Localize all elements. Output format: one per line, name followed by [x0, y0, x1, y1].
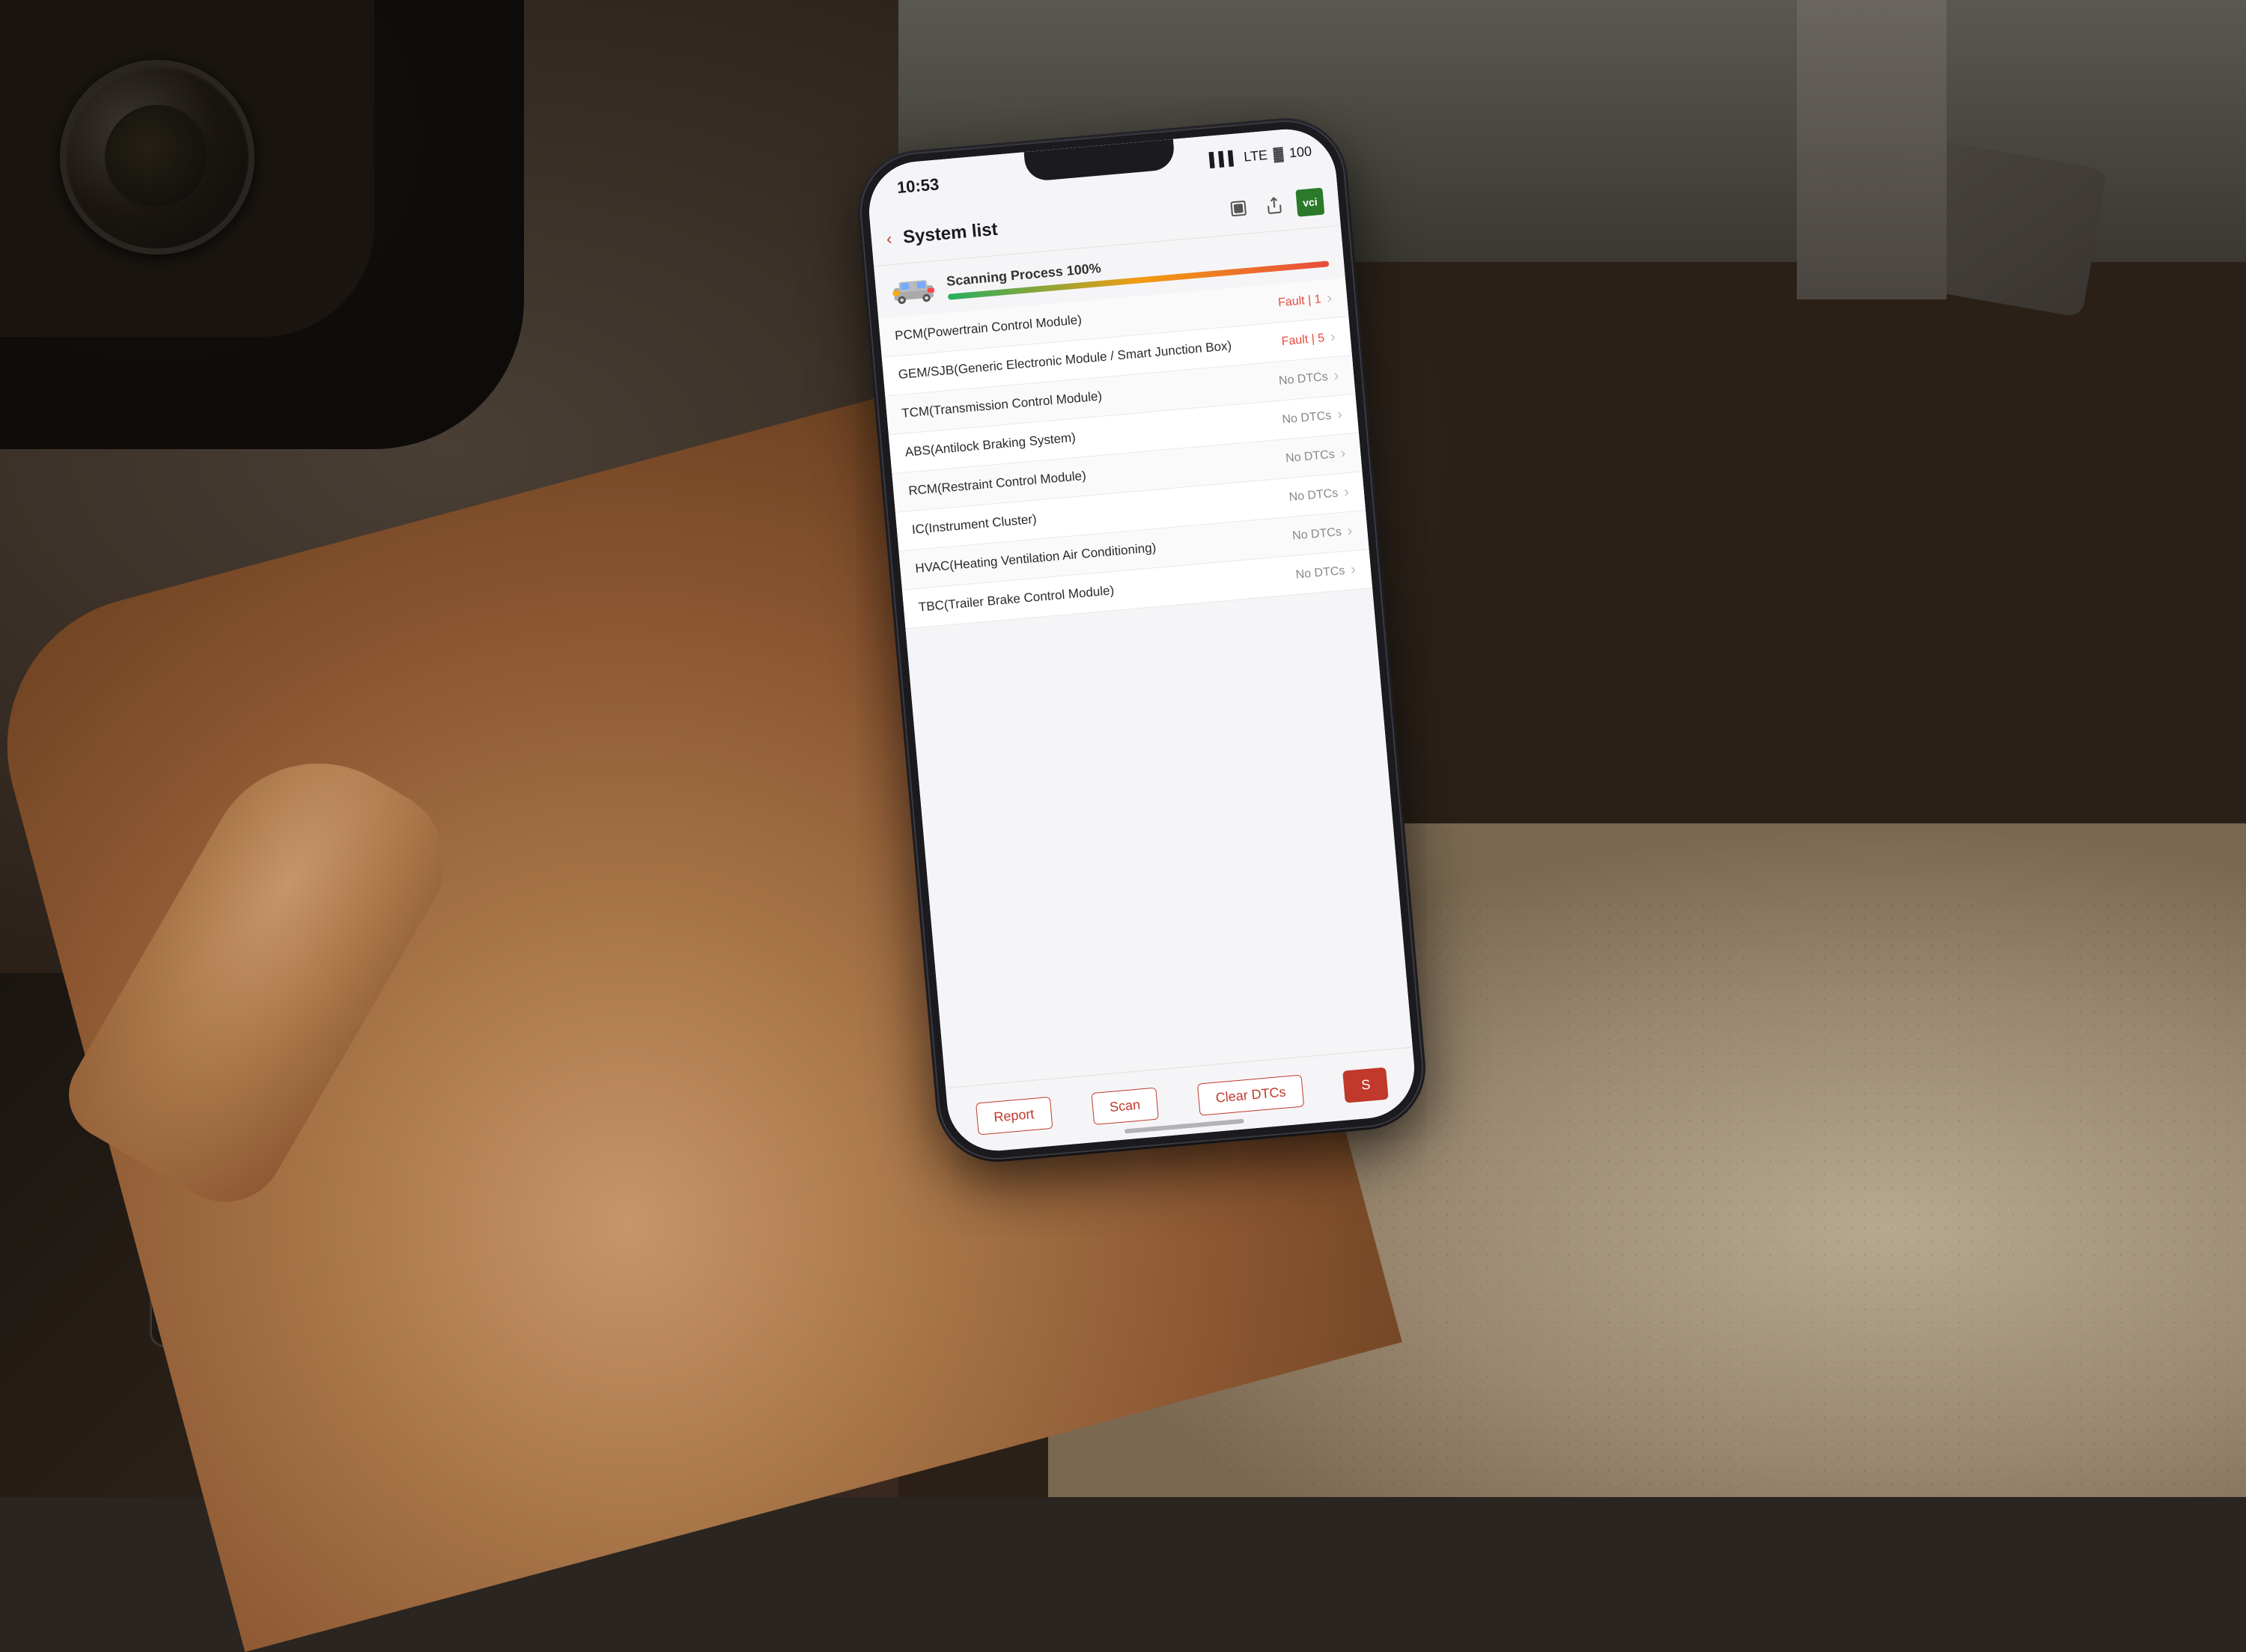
nav-icons: vci: [1224, 187, 1325, 222]
system-list: PCM(Powertrain Control Module) Fault | 1…: [878, 278, 1372, 629]
chevron-right-icon: ›: [1343, 484, 1350, 501]
share-icon[interactable]: [1260, 190, 1289, 219]
chevron-right-icon: ›: [1347, 522, 1354, 540]
system-status: No DTCs ›: [1291, 522, 1353, 545]
system-status: No DTCs ›: [1278, 368, 1339, 390]
system-status: No DTCs ›: [1288, 484, 1350, 506]
system-status: Fault | 5 ›: [1281, 329, 1336, 350]
chevron-right-icon: ›: [1327, 290, 1333, 307]
status-badge: No DTCs: [1291, 525, 1342, 543]
extra-button[interactable]: S: [1343, 1067, 1390, 1103]
phone-screen: 10:53 ▌▌▌ LTE ▓ 100 ‹ System list: [865, 125, 1418, 1155]
signal-icon: ▌▌▌: [1208, 150, 1238, 168]
status-icons: ▌▌▌ LTE ▓ 100: [1208, 144, 1312, 168]
system-status: No DTCs ›: [1282, 406, 1343, 429]
phone: 10:53 ▌▌▌ LTE ▓ 100 ‹ System list: [855, 115, 1428, 1165]
chevron-right-icon: ›: [1350, 561, 1357, 579]
chevron-right-icon: ›: [1336, 406, 1343, 424]
status-time: 10:53: [889, 174, 940, 198]
system-status: Fault | 1 ›: [1277, 290, 1333, 311]
clear-dtcs-button[interactable]: Clear DTCs: [1197, 1075, 1304, 1116]
system-status: No DTCs ›: [1285, 445, 1346, 467]
back-button[interactable]: ‹: [886, 229, 893, 249]
phone-body: 10:53 ▌▌▌ LTE ▓ 100 ‹ System list: [855, 115, 1428, 1165]
status-badge: Fault | 5: [1281, 332, 1325, 349]
status-badge: No DTCs: [1295, 564, 1345, 582]
battery-icon: ▓: [1273, 146, 1284, 162]
status-badge: No DTCs: [1285, 448, 1335, 466]
chevron-right-icon: ›: [1330, 329, 1336, 346]
screenshot-icon[interactable]: [1224, 194, 1253, 223]
content-area: Scanning Process 100% PCM(Powertrain Con…: [874, 226, 1413, 1088]
battery-level: 100: [1288, 144, 1312, 162]
scan-button[interactable]: Scan: [1091, 1088, 1158, 1125]
network-label: LTE: [1244, 147, 1268, 165]
status-badge: No DTCs: [1288, 487, 1339, 505]
report-button[interactable]: Report: [976, 1097, 1053, 1136]
chevron-right-icon: ›: [1340, 445, 1347, 462]
vci-badge: vci: [1295, 187, 1324, 216]
bg-pillar: [1797, 0, 1947, 299]
car-icon: [889, 272, 937, 306]
knob-inner: [105, 105, 210, 210]
chevron-right-icon: ›: [1333, 368, 1340, 385]
status-badge: No DTCs: [1278, 371, 1328, 388]
system-status: No DTCs ›: [1295, 561, 1357, 584]
status-badge: No DTCs: [1282, 409, 1332, 427]
status-badge: Fault | 1: [1277, 293, 1321, 310]
